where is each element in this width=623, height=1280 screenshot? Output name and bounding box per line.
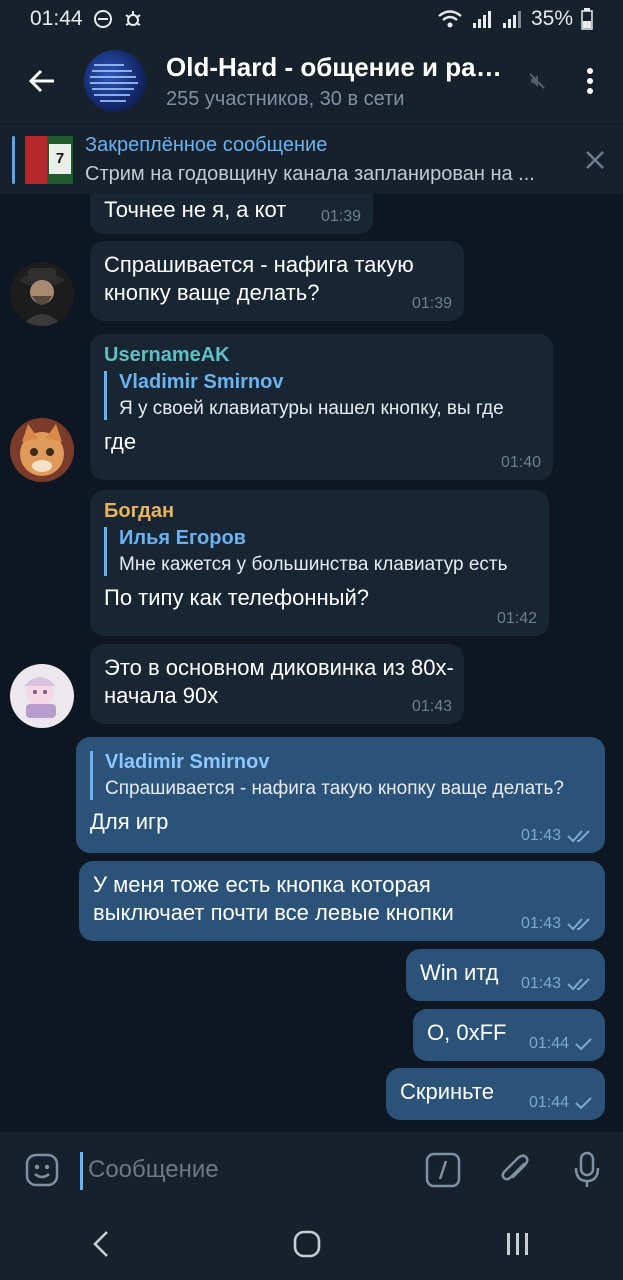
emoji-icon bbox=[25, 1153, 59, 1187]
nav-recents-icon[interactable] bbox=[504, 1231, 532, 1257]
message-time: 01:43 bbox=[521, 827, 593, 845]
pinned-thumbnail: 7 bbox=[25, 135, 73, 184]
reply-preview[interactable]: Vladimir Smirnov Я у своей клавиатуры на… bbox=[104, 371, 539, 420]
check-icon bbox=[575, 1038, 592, 1051]
system-nav-bar bbox=[0, 1208, 623, 1280]
double-check-icon bbox=[567, 918, 590, 931]
emoji-button[interactable] bbox=[0, 1153, 84, 1187]
dnd-icon bbox=[93, 10, 112, 28]
double-check-icon bbox=[567, 978, 590, 991]
message-time-text: 01:43 bbox=[520, 975, 561, 992]
message-bubble-outgoing[interactable]: O, 0xFF 01:44 bbox=[413, 1009, 605, 1061]
chat-subtitle: 255 участников, 30 в сети bbox=[166, 87, 405, 110]
message-input[interactable]: Сообщение bbox=[80, 1152, 407, 1190]
message-time: 01:43 bbox=[521, 975, 593, 993]
avatar-image bbox=[10, 418, 74, 482]
message-sender[interactable]: UsernameAK bbox=[104, 344, 539, 367]
avatar[interactable] bbox=[10, 262, 74, 326]
voice-record-button[interactable] bbox=[551, 1151, 623, 1189]
mute-icon bbox=[529, 73, 545, 89]
mute-indicator bbox=[517, 72, 557, 90]
message-bubble-outgoing[interactable]: У меня тоже есть кнопка которая выключае… bbox=[79, 861, 605, 941]
avatar[interactable] bbox=[10, 418, 74, 482]
nav-home-icon[interactable] bbox=[293, 1230, 321, 1258]
reply-author: Vladimir Smirnov bbox=[105, 751, 270, 773]
pinned-close-button[interactable] bbox=[567, 150, 623, 170]
status-bar: 01:44 35% bbox=[0, 0, 623, 38]
status-time: 01:44 bbox=[30, 7, 83, 30]
pinned-title: Закреплённое сообщение bbox=[85, 133, 328, 156]
double-check-icon bbox=[567, 830, 590, 843]
reply-preview[interactable]: Vladimir Smirnov Спрашивается - нафига т… bbox=[90, 751, 591, 800]
arrow-left-icon bbox=[28, 69, 54, 93]
message-time-text: 01:44 bbox=[528, 1094, 569, 1111]
chat-title-area[interactable]: Old-Hard - общение и разговоры 255 участ… bbox=[166, 52, 517, 111]
text-caret bbox=[80, 1152, 83, 1190]
bug-icon bbox=[124, 11, 141, 26]
message-time: 01:44 bbox=[529, 1094, 593, 1112]
message-bubble-outgoing[interactable]: Win итд 01:43 bbox=[406, 949, 605, 1001]
chat-header: Old-Hard - общение и разговоры 255 участ… bbox=[0, 38, 623, 124]
message-bubble[interactable]: Точнее не я, а кот 01:39 bbox=[90, 194, 373, 234]
battery-icon bbox=[581, 8, 593, 30]
close-icon bbox=[586, 150, 604, 169]
message-time: 01:40 bbox=[500, 454, 541, 471]
message-time: 01:42 bbox=[496, 610, 537, 627]
chat-title: Old-Hard - общение и разговоры bbox=[166, 51, 511, 82]
message-input-placeholder: Сообщение bbox=[88, 1156, 219, 1183]
message-sender[interactable]: Богдан bbox=[104, 500, 535, 523]
message-list[interactable]: Точнее не я, а кот 01:39 Спрашивается - … bbox=[0, 194, 623, 1132]
message-time: 01:39 bbox=[411, 295, 452, 312]
message-time: 01:43 bbox=[521, 915, 593, 933]
signal-icon bbox=[472, 11, 491, 28]
message-text: Для игр bbox=[90, 809, 169, 834]
message-text: Это в основном диковинка из 80х-начала 9… bbox=[104, 655, 454, 708]
pinned-text-area: Закреплённое сообщение Стрим на годовщин… bbox=[85, 134, 567, 186]
message-bubble-outgoing[interactable]: Vladimir Smirnov Спрашивается - нафига т… bbox=[76, 737, 605, 853]
message-input-bar: Сообщение bbox=[0, 1132, 623, 1208]
signal-icon-2 bbox=[502, 11, 521, 28]
reply-text: Я у своей клавиатуры нашел кнопку, вы гд… bbox=[119, 398, 504, 419]
message-time-text: 01:44 bbox=[528, 1035, 569, 1052]
more-button[interactable] bbox=[557, 67, 623, 95]
pinned-text: Стрим на годовщину канала запланирован н… bbox=[85, 162, 535, 185]
message-text: У меня тоже есть кнопка которая выключае… bbox=[93, 872, 454, 925]
reply-preview[interactable]: Илья Егоров Мне кажется у большинства кл… bbox=[104, 527, 535, 576]
pinned-message-bar[interactable]: 7 Закреплённое сообщение Стрим на годовщ… bbox=[0, 124, 623, 194]
message-bubble[interactable]: Спрашивается - нафига такую кнопку ваще … bbox=[90, 241, 464, 321]
nav-back-icon[interactable] bbox=[91, 1230, 111, 1258]
reply-author: Vladimir Smirnov bbox=[119, 371, 284, 393]
message-bubble[interactable]: Богдан Илья Егоров Мне кажется у большин… bbox=[90, 490, 549, 636]
reply-author: Илья Егоров bbox=[119, 527, 246, 549]
back-button[interactable] bbox=[0, 38, 84, 124]
message-time: 01:39 bbox=[320, 208, 361, 225]
wifi-icon bbox=[438, 10, 462, 28]
microphone-icon bbox=[574, 1151, 600, 1187]
bot-command-button[interactable] bbox=[407, 1152, 479, 1188]
message-time: 01:44 bbox=[529, 1035, 593, 1053]
message-text: По типу как телефонный? bbox=[104, 585, 370, 610]
battery-percent: 35% bbox=[530, 7, 573, 30]
message-bubble[interactable]: UsernameAK Vladimir Smirnov Я у своей кл… bbox=[90, 334, 553, 480]
reply-text: Мне кажется у большинства клавиатур есть bbox=[119, 554, 508, 575]
paperclip-icon bbox=[501, 1154, 529, 1181]
avatar[interactable] bbox=[10, 664, 74, 728]
avatar-image bbox=[10, 262, 74, 326]
message-text: Спрашивается - нафига такую кнопку ваще … bbox=[104, 252, 414, 305]
chat-avatar[interactable] bbox=[84, 50, 146, 112]
reply-text: Спрашивается - нафига такую кнопку ваще … bbox=[105, 778, 564, 799]
more-vert-icon bbox=[587, 68, 593, 94]
message-time-text: 01:43 bbox=[520, 915, 561, 932]
bot-command-icon bbox=[425, 1152, 461, 1188]
message-text: где bbox=[104, 429, 137, 454]
attach-button[interactable] bbox=[479, 1152, 551, 1188]
avatar-image bbox=[10, 664, 74, 728]
check-icon bbox=[575, 1097, 592, 1110]
message-bubble-outgoing[interactable]: Скриньте 01:44 bbox=[386, 1068, 605, 1120]
message-time: 01:43 bbox=[411, 698, 452, 715]
message-time-text: 01:43 bbox=[520, 827, 561, 844]
message-bubble[interactable]: Это в основном диковинка из 80х-начала 9… bbox=[90, 644, 464, 724]
pinned-indicator bbox=[12, 135, 15, 184]
